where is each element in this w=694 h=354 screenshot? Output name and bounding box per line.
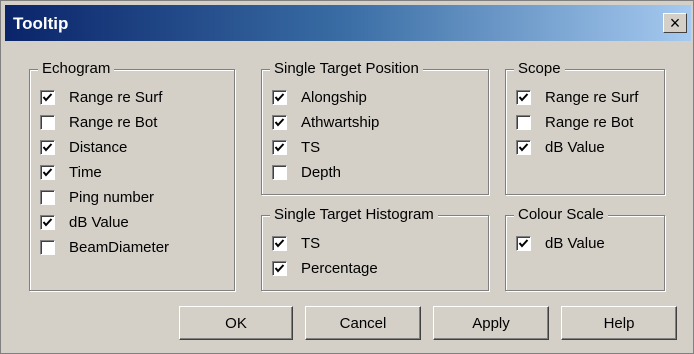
checkbox[interactable] [40, 139, 55, 155]
checkbox-label: BeamDiameter [69, 238, 170, 256]
group-label: Single Target Histogram [270, 206, 438, 223]
close-button[interactable]: × [663, 13, 687, 33]
checkbox[interactable] [516, 235, 531, 251]
group-label: Single Target Position [270, 60, 423, 77]
close-icon: × [669, 13, 681, 33]
checkbox[interactable] [272, 260, 287, 276]
window-title: Tooltip [13, 14, 69, 33]
checkbox-label: Alongship [301, 88, 367, 106]
checkmark-icon [42, 217, 53, 227]
checkmark-icon [274, 117, 285, 127]
checkbox-row[interactable]: Percentage [272, 257, 378, 279]
checkbox[interactable] [272, 164, 287, 180]
checkbox-label: Athwartship [301, 113, 380, 131]
checkmark-icon [42, 167, 53, 177]
checkbox[interactable] [272, 235, 287, 251]
checkbox[interactable] [272, 89, 287, 105]
checkbox-row[interactable]: Time [40, 161, 102, 183]
group-echogram: Echogram Range re Surf Range re Bot Distan… [29, 60, 235, 291]
checkmark-icon [42, 142, 53, 152]
checkbox-row[interactable]: TS [272, 232, 320, 254]
checkbox[interactable] [272, 139, 287, 155]
checkbox-row[interactable]: Distance [40, 136, 127, 158]
checkbox-row[interactable]: Athwartship [272, 111, 379, 133]
checkbox-label: dB Value [545, 234, 605, 252]
checkbox[interactable] [40, 164, 55, 180]
checkmark-icon [274, 142, 285, 152]
checkbox[interactable] [516, 139, 531, 155]
checkbox-label: Ping number [69, 188, 155, 206]
apply-button[interactable]: Apply [433, 306, 549, 340]
checkbox-label: Range re Surf [545, 88, 639, 106]
checkbox[interactable] [40, 89, 55, 105]
group-single-target-position: Single Target Position Alongship Athwarts… [261, 60, 489, 195]
checkbox-row[interactable]: Range re Surf [40, 86, 162, 108]
checkbox[interactable] [516, 89, 531, 105]
checkmark-icon [274, 238, 285, 248]
checkbox[interactable] [40, 239, 55, 255]
checkbox-row[interactable]: BeamDiameter [40, 236, 169, 258]
checkbox-label: Range re Surf [69, 88, 163, 106]
group-scope: Scope Range re Surf Range re Bot dB Value [505, 60, 665, 195]
checkmark-icon [518, 92, 529, 102]
checkbox-label: Range re Bot [545, 113, 634, 131]
group-single-target-histogram: Single Target Histogram TS Percentage [261, 206, 489, 291]
checkbox[interactable] [272, 114, 287, 130]
group-label: Colour Scale [514, 206, 608, 223]
checkmark-icon [274, 92, 285, 102]
checkbox[interactable] [40, 114, 55, 130]
group-label: Scope [514, 60, 565, 77]
checkbox-label: dB Value [545, 138, 605, 156]
checkbox-row[interactable]: dB Value [516, 232, 605, 254]
checkmark-icon [42, 92, 53, 102]
group-colour-scale: Colour Scale dB Value [505, 206, 665, 291]
help-button[interactable]: Help [561, 306, 677, 340]
checkbox-row[interactable]: dB Value [516, 136, 605, 158]
checkbox-row[interactable]: Range re Surf [516, 86, 638, 108]
checkbox[interactable] [40, 214, 55, 230]
checkmark-icon [518, 238, 529, 248]
checkbox-row[interactable]: Range re Bot [516, 111, 633, 133]
checkbox-label: Range re Bot [69, 113, 158, 131]
checkbox-label: dB Value [69, 213, 129, 231]
checkbox-row[interactable]: TS [272, 136, 320, 158]
checkbox-row[interactable]: Alongship [272, 86, 367, 108]
checkbox-row[interactable]: dB Value [40, 211, 129, 233]
checkbox[interactable] [40, 189, 55, 205]
checkbox-row[interactable]: Ping number [40, 186, 154, 208]
checkbox-label: Percentage [301, 259, 378, 277]
checkmark-icon [274, 263, 285, 273]
ok-button[interactable]: OK [179, 306, 293, 340]
checkbox-label: Time [69, 163, 102, 181]
tooltip-dialog: Tooltip × Echogram Range re Surf Range re… [0, 0, 694, 354]
title-bar[interactable]: Tooltip × [5, 5, 691, 41]
checkbox-row[interactable]: Range re Bot [40, 111, 157, 133]
checkmark-icon [518, 142, 529, 152]
checkbox-row[interactable]: Depth [272, 161, 341, 183]
group-label: Echogram [38, 60, 115, 77]
checkbox-label: TS [301, 234, 321, 252]
checkbox-label: Depth [301, 163, 342, 181]
checkbox-label: Distance [69, 138, 128, 156]
checkbox[interactable] [516, 114, 531, 130]
cancel-button[interactable]: Cancel [305, 306, 421, 340]
checkbox-label: TS [301, 138, 321, 156]
